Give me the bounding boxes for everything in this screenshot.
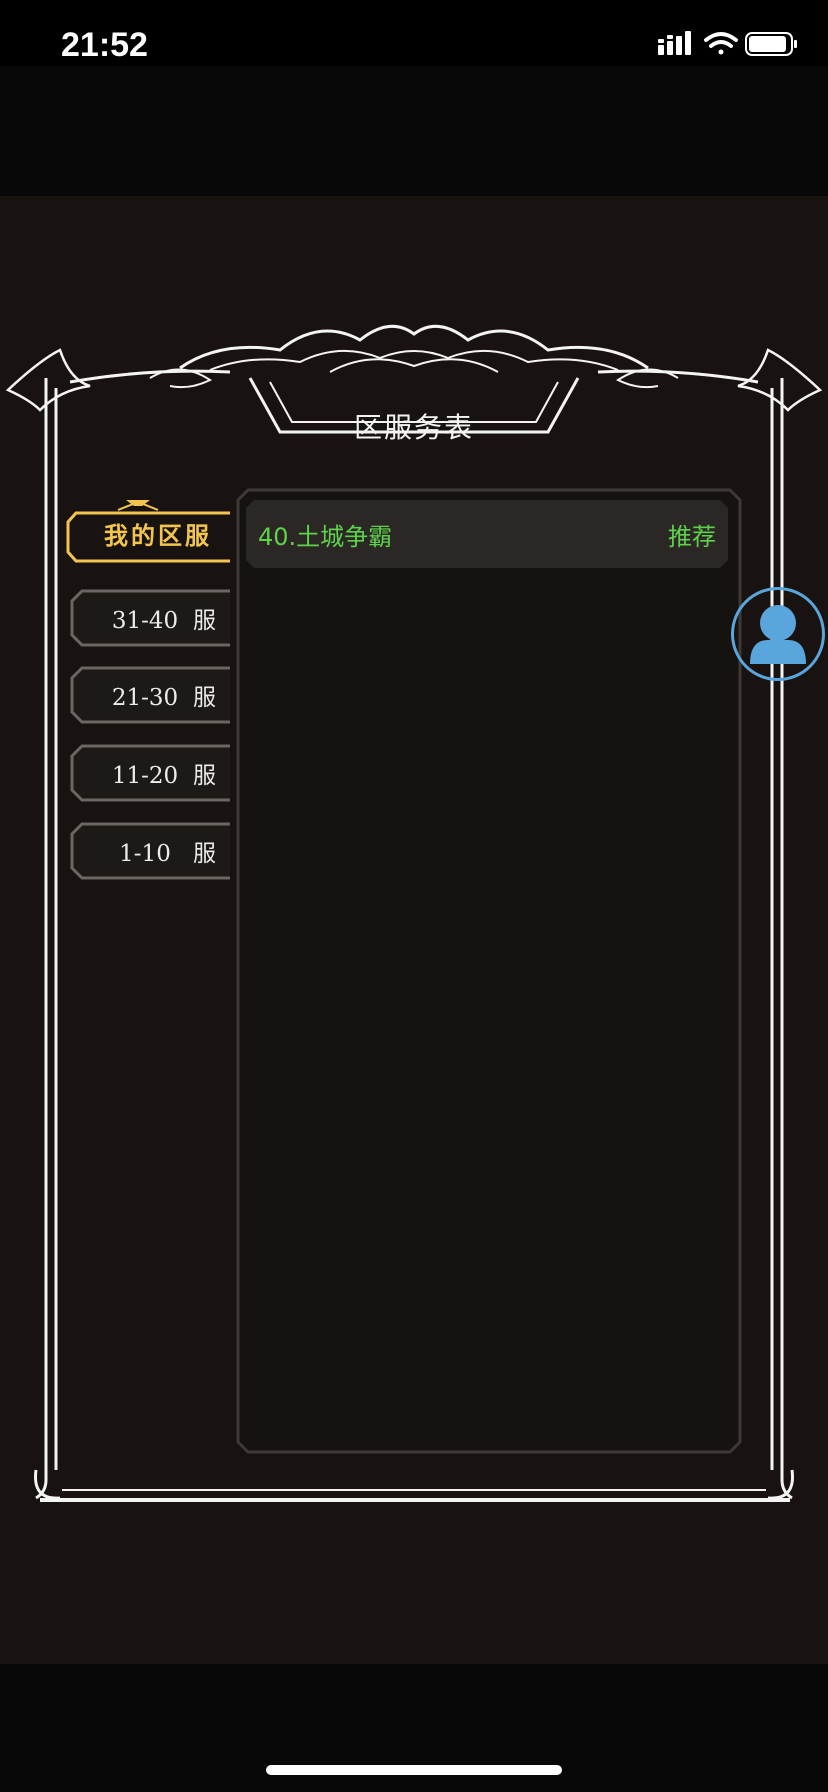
status-icons [658, 31, 798, 61]
tab-server-1-10[interactable]: 1-10 服 [70, 822, 230, 880]
user-avatar-icon [750, 605, 806, 664]
wifi-icon [704, 32, 738, 55]
tab-label: 我的区服 [104, 520, 212, 550]
server-list-panel: 40.土城争霸 推荐 [236, 488, 742, 1454]
customer-service-button[interactable] [731, 587, 825, 681]
cellular-signal-icon [658, 31, 691, 55]
tab-my-servers[interactable]: 我的区服 [66, 500, 230, 566]
battery-icon [745, 32, 797, 56]
tab-label: 21-30 服 [111, 685, 216, 711]
tab-server-11-20[interactable]: 11-20 服 [70, 744, 230, 802]
server-name: 40.土城争霸 [258, 522, 393, 551]
frame-title: 区服务表 [353, 411, 474, 444]
status-bar: 21:52 [0, 0, 828, 66]
tab-label: 11-20 服 [111, 763, 216, 789]
home-indicator[interactable] [266, 1765, 562, 1775]
server-row[interactable]: 40.土城争霸 推荐 [246, 500, 728, 568]
tab-server-31-40[interactable]: 31-40 服 [70, 589, 230, 647]
status-time: 21:52 [61, 26, 148, 64]
server-recommend-badge: 推荐 [668, 522, 716, 551]
top-band [0, 66, 828, 196]
tab-label: 31-40 服 [111, 608, 216, 634]
panel-border [236, 488, 742, 1454]
tab-server-21-30[interactable]: 21-30 服 [70, 666, 230, 724]
tab-label: 1-10 服 [119, 841, 216, 867]
